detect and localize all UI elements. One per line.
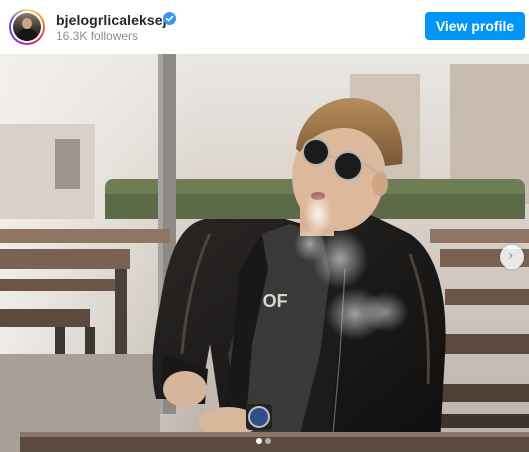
avatar-body [17,29,37,41]
avatar-photo [13,13,41,41]
view-profile-button[interactable]: View profile [425,12,525,40]
post-header: bjelogrlicaleksej 16.3K followers View p… [0,0,529,54]
profile-avatar[interactable] [9,9,45,45]
username-link[interactable]: bjelogrlicaleksej [56,12,167,28]
follower-count: 16.3K followers [56,29,139,43]
post-photo-illustration: Y OF [0,54,529,452]
chevron-right-icon: › [508,248,514,264]
carousel-dot-active [256,438,262,444]
carousel-dot [265,438,271,444]
verified-badge-icon [163,12,176,25]
post-image[interactable]: Y OF [0,54,529,452]
carousel-next-button[interactable]: › [500,245,524,269]
avatar-head [22,18,32,29]
avatar-frame [11,11,43,43]
